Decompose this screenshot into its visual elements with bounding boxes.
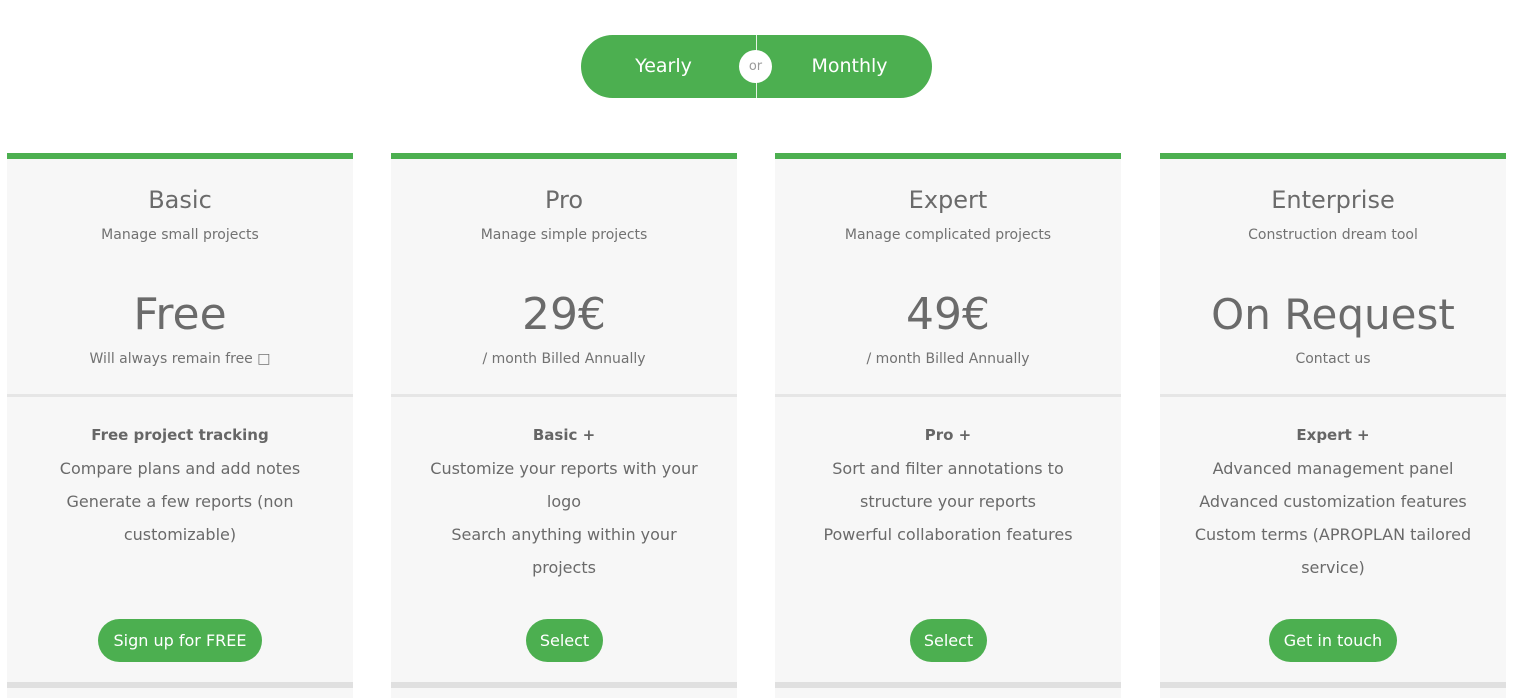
feature-item: Sort and filter annotations to [832,459,1064,478]
feature-item: Powerful collaboration features [823,525,1073,544]
plan-divider [775,394,1121,397]
plan-card-expert: Expert Manage complicated projects 49€ /… [775,153,1121,698]
plan-card-enterprise: Enterprise Construction dream tool On Re… [1160,153,1506,698]
feature-item: service) [1301,558,1365,577]
feature-item: Search anything within your projects [451,525,677,577]
select-expert-button[interactable]: Select [910,619,987,662]
plan-description: Construction dream tool [1248,227,1418,243]
feature-item: structure your reports [860,492,1036,511]
plan-price: On Request [1211,290,1455,339]
plan-description: Manage complicated projects [844,227,1052,243]
plan-feature-list: Expert + Advanced management panel Advan… [1190,419,1476,584]
plan-name: Enterprise [1271,186,1395,214]
plan-divider [1160,394,1506,397]
plan-feature-list: Free project tracking Compare plans and … [37,419,323,551]
feature-headline: Basic + [532,426,596,444]
plan-divider [7,394,353,397]
or-separator-badge: or [739,50,772,83]
plan-top-accent-bar [7,153,353,159]
plan-bottom-bar [391,682,737,688]
plan-name: Basic [148,186,212,214]
feature-item: logo [546,492,582,511]
plan-name: Expert [908,186,988,214]
feature-headline: Free project tracking [91,426,269,444]
plan-price: Free [133,289,227,340]
feature-item: Advanced management panel [1212,459,1454,478]
sign-up-free-button[interactable]: Sign up for FREE [98,619,262,662]
plan-bottom-bar [7,682,353,688]
feature-item: Generate a few reports (non [66,492,294,511]
plan-price: 29€ [522,289,606,340]
feature-item: Compare plans and add notes [59,459,301,478]
plan-description: Manage simple projects [480,227,648,243]
plan-bottom-bar [775,682,1121,688]
plan-feature-list: Basic + Customize your reports with your… [421,419,707,584]
plan-price-note: Will always remain free □ [89,351,271,367]
plan-card-basic: Basic Manage small projects Free Will al… [7,153,353,698]
feature-item: Advanced customization features [1199,492,1467,511]
plan-price-note: Contact us [1295,351,1371,367]
feature-item: Custom terms (APROPLAN tailored [1194,525,1472,544]
select-pro-button[interactable]: Select [526,619,603,662]
plan-price-note: / month Billed Annually [866,351,1030,367]
plan-top-accent-bar [1160,153,1506,159]
plan-divider [391,394,737,397]
plan-top-accent-bar [775,153,1121,159]
plan-price-note: / month Billed Annually [482,351,646,367]
plan-description: Manage small projects [101,227,259,243]
feature-item: Customize your reports with your [430,459,698,478]
feature-headline: Expert + [1296,426,1370,444]
plan-price: 49€ [906,289,990,340]
billing-period-toggle[interactable]: Yearly Monthly or [581,35,932,98]
feature-headline: Pro + [924,426,972,444]
plan-card-pro: Pro Manage simple projects 29€ / month B… [391,153,737,698]
feature-item: customizable) [123,525,237,544]
plan-top-accent-bar [391,153,737,159]
monthly-option[interactable]: Monthly [787,35,912,98]
get-in-touch-button[interactable]: Get in touch [1269,619,1397,662]
plan-feature-list: Pro + Sort and filter annotations to str… [805,419,1091,551]
plan-bottom-bar [1160,682,1506,688]
yearly-option[interactable]: Yearly [601,35,726,98]
plan-name: Pro [544,186,584,214]
